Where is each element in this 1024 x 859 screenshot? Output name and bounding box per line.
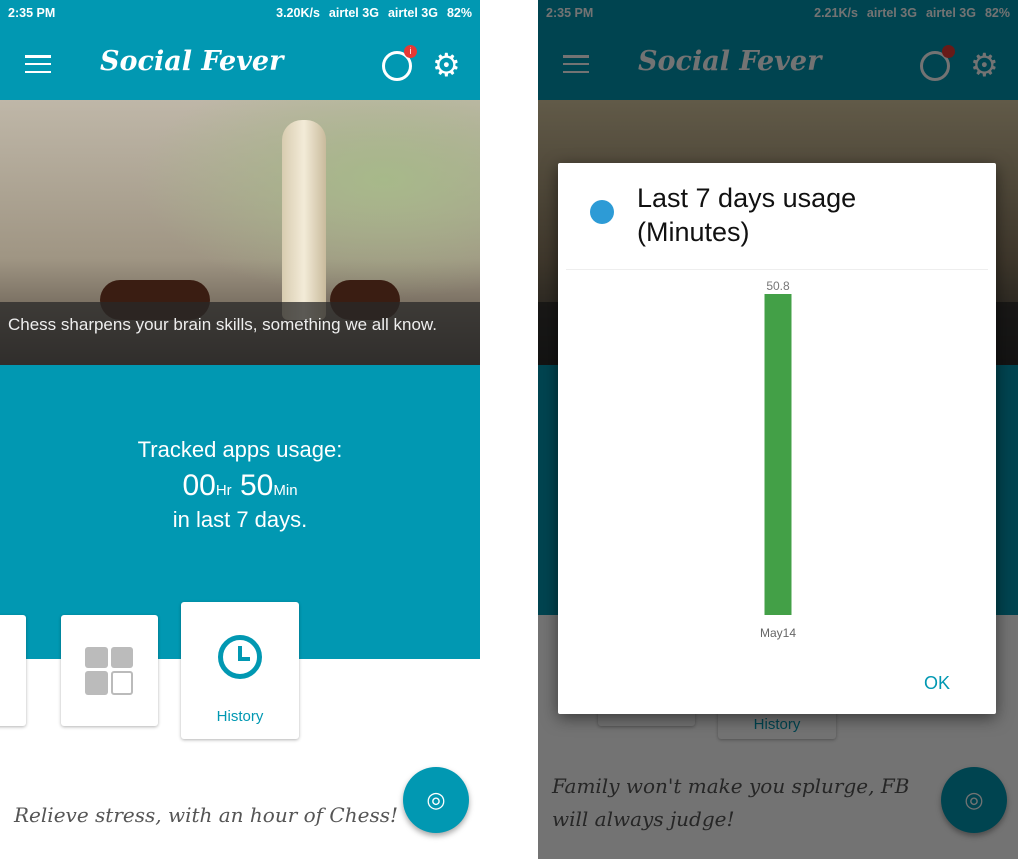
card-apps[interactable] (61, 615, 158, 726)
target-icon: ◎ (426, 787, 446, 812)
status-bar: 2:35 PM 3.20K/s airtel 3G airtel 3G 82% (0, 0, 480, 26)
app-title: Social Fever (638, 46, 822, 77)
app-title: Social Fever (100, 46, 284, 77)
chess-king-image (282, 120, 326, 320)
status-bar: 2:35 PM 2.21K/s airtel 3G airtel 3G 82% (538, 0, 1018, 26)
status-time: 2:35 PM (546, 6, 594, 20)
net-speed: 2.21K/s (814, 6, 858, 20)
carrier-1: airtel 3G (328, 6, 379, 20)
min-unit: Min (273, 482, 298, 499)
usage-hours: 00 (182, 469, 216, 502)
target-icon: ◎ (964, 787, 984, 812)
app-bar: Social Fever ⚙ (538, 26, 1018, 100)
target-fab[interactable]: ◎ (403, 767, 469, 833)
history-label: History (753, 716, 801, 733)
x-tick-label: May14 (760, 626, 796, 640)
divider (566, 269, 988, 270)
usage-period: in last 7 days. (172, 507, 308, 532)
account-icon[interactable] (920, 45, 955, 81)
battery-level: 82% (446, 6, 472, 20)
bar-May14 (764, 294, 792, 615)
quote-text: Relieve stress, with an hour of Chess! (14, 803, 399, 827)
hr-unit: Hr (215, 482, 232, 499)
net-speed: 3.20K/s (276, 6, 320, 20)
usage-dialog: Last 7 days usage (Minutes) 50.8 May14 OK (558, 163, 996, 714)
history-label: History (216, 708, 264, 725)
app-bar: Social Fever i ⚙ (0, 26, 480, 100)
usage-minutes: 50 (240, 469, 274, 502)
target-fab[interactable]: ◎ (941, 767, 1007, 833)
usage-chart: 50.8 May14 (760, 279, 796, 640)
usage-label: Tracked apps usage: (137, 437, 343, 462)
notification-badge: i (404, 45, 417, 58)
notification-badge (942, 45, 955, 58)
gear-icon[interactable]: ⚙ (970, 46, 999, 84)
quote-text: Family won't make you splurge, FB will a… (552, 774, 910, 831)
dialog-title: Last 7 days usage (Minutes) (637, 183, 857, 247)
card-history[interactable]: History (181, 602, 299, 739)
menu-icon[interactable] (563, 55, 589, 73)
carrier-1: airtel 3G (866, 6, 917, 20)
value-label: 50.8 (766, 279, 790, 293)
carrier-2: airtel 3G (925, 6, 976, 20)
account-icon[interactable]: i (382, 45, 417, 81)
gear-icon[interactable]: ⚙ (432, 46, 461, 84)
ok-button[interactable]: OK (924, 673, 950, 694)
clock-icon (218, 635, 262, 679)
hero-caption: Chess sharpens your brain skills, someth… (0, 302, 480, 365)
menu-icon[interactable] (25, 55, 51, 73)
status-time: 2:35 PM (8, 6, 56, 20)
battery-level: 82% (984, 6, 1010, 20)
carrier-2: airtel 3G (387, 6, 438, 20)
left-screen: 2:35 PM 3.20K/s airtel 3G airtel 3G 82% … (0, 0, 480, 859)
stopwatch-icon (590, 200, 614, 224)
hero-image: Chess sharpens your brain skills, someth… (0, 100, 480, 365)
apps-grid-icon (85, 647, 133, 695)
card-partial[interactable] (0, 615, 26, 726)
